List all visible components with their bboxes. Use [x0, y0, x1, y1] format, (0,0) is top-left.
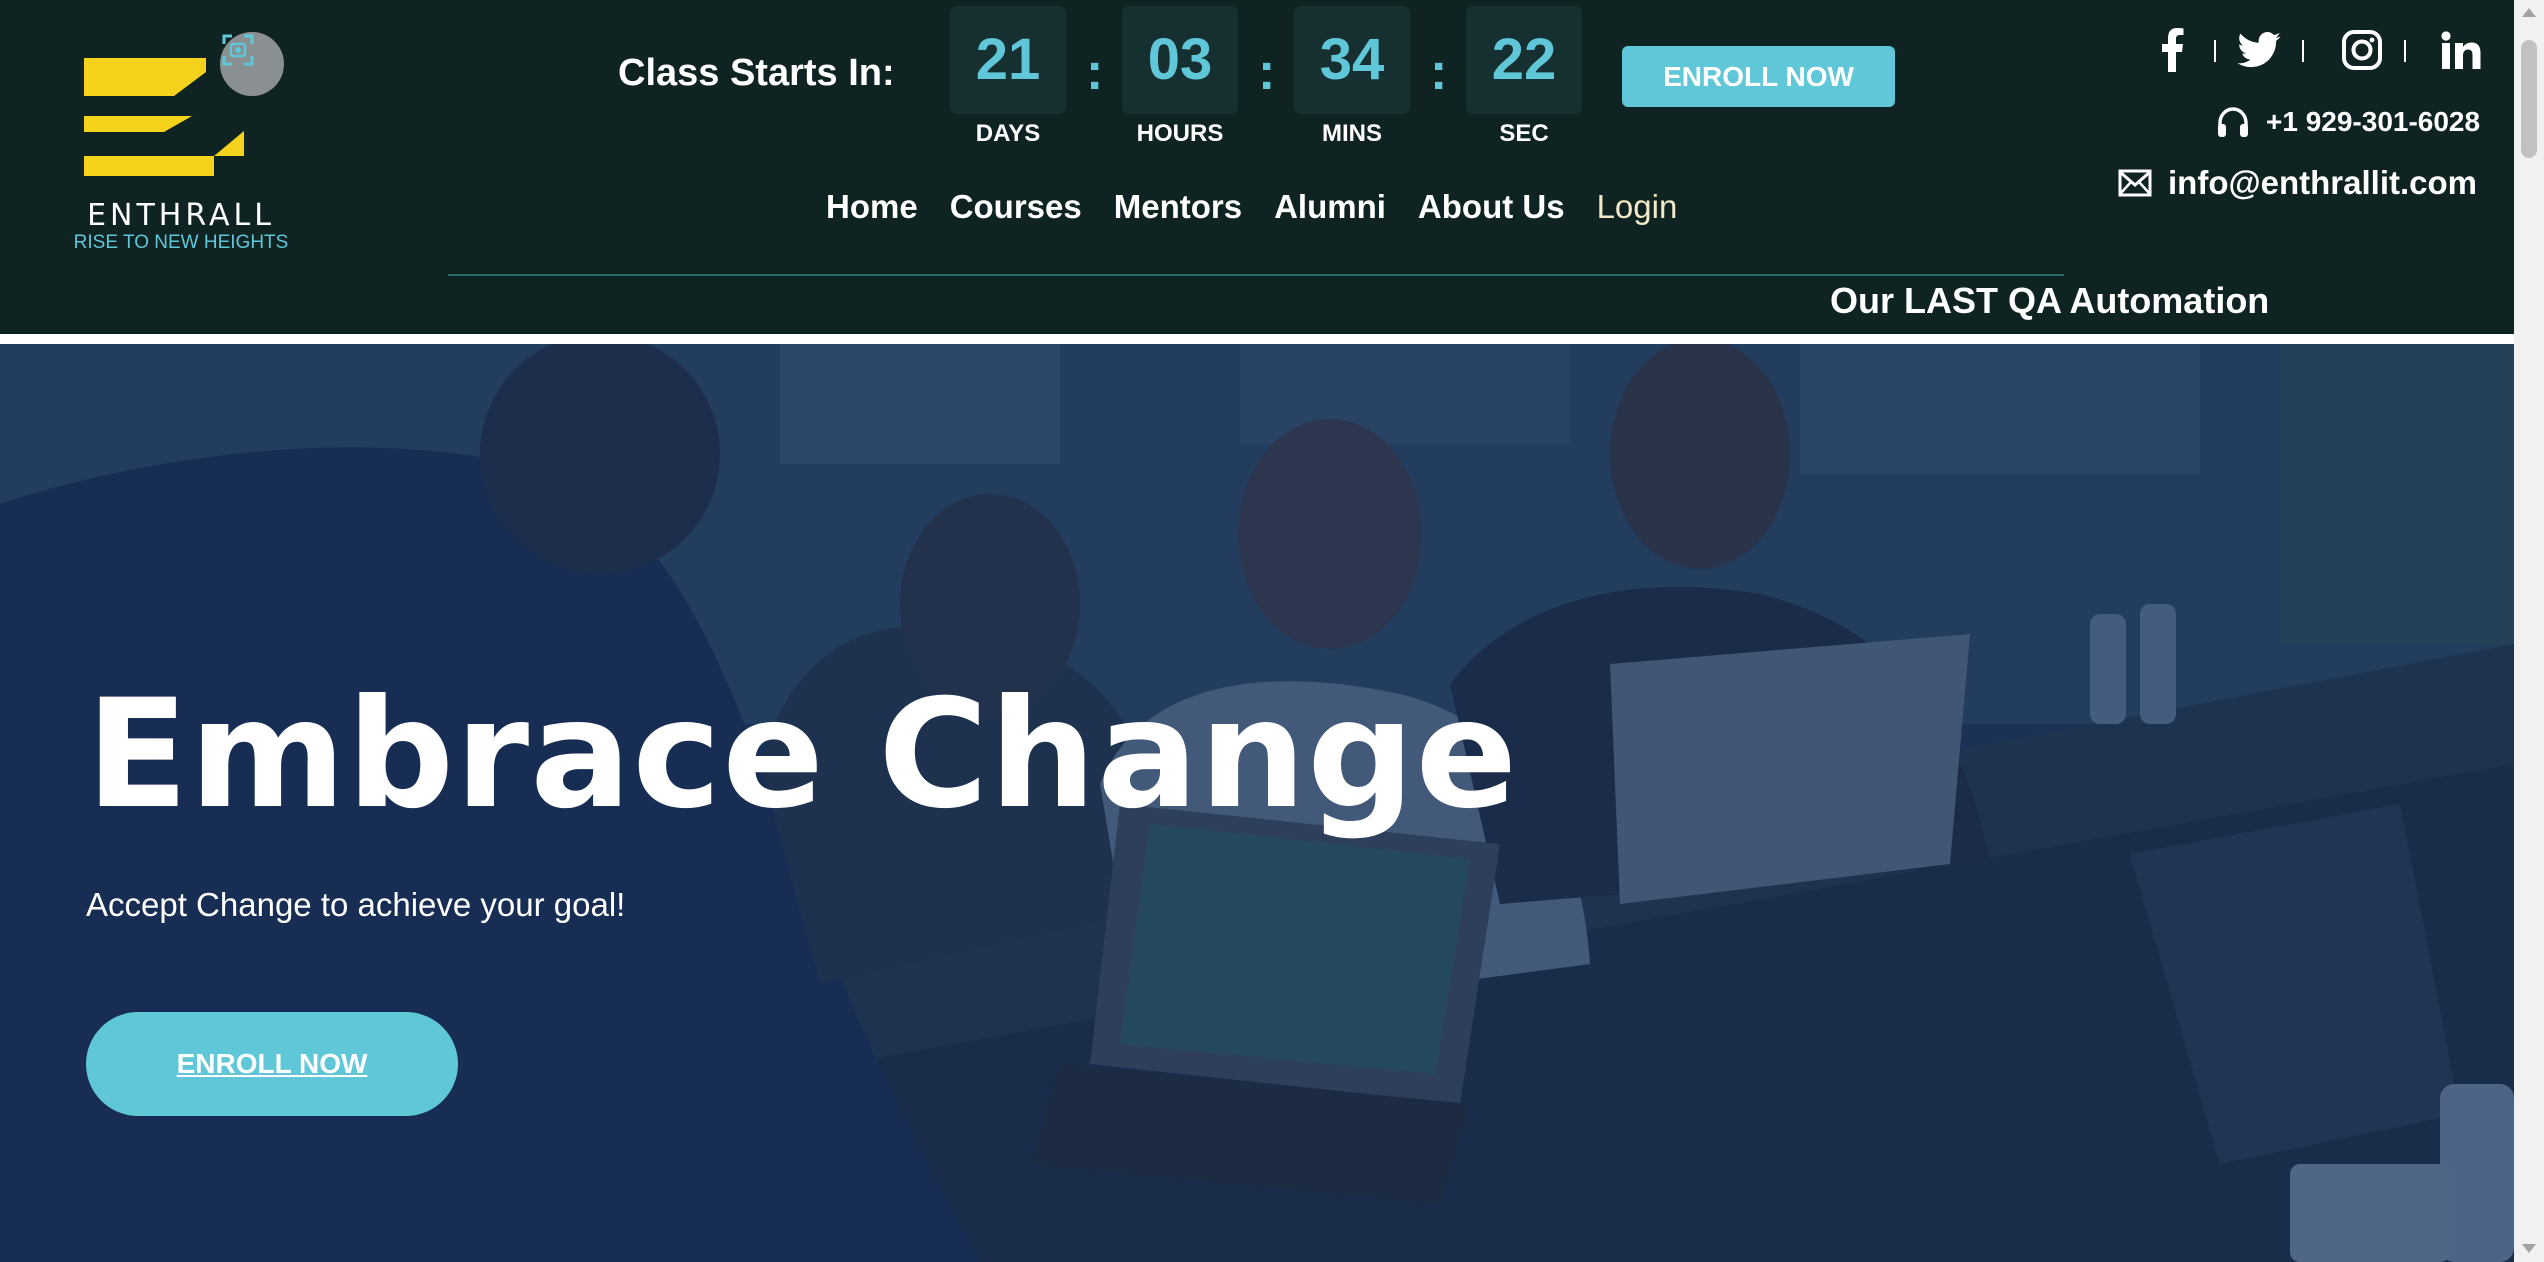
phone-contact[interactable]: +1 929-301-6028	[2216, 106, 2480, 138]
hero-section: Embrace Change Accept Change to achieve …	[0, 344, 2514, 1262]
phone-number: +1 929-301-6028	[2266, 106, 2481, 137]
header-enroll-button[interactable]: ENROLL NOW	[1622, 46, 1895, 107]
scroll-up-arrow-icon[interactable]	[2522, 8, 2536, 17]
countdown-sec-value: 22	[1491, 27, 1557, 92]
nav-about-us[interactable]: About Us	[1418, 188, 1565, 226]
main-nav: Home Courses Mentors Alumni About Us Log…	[826, 188, 1677, 226]
social-divider	[2214, 40, 2216, 62]
countdown-days-value: 21	[975, 27, 1041, 92]
hero-enroll-button[interactable]: ENROLL NOW	[86, 1012, 458, 1116]
linkedin-icon[interactable]	[2440, 24, 2482, 76]
countdown-separator: :	[1430, 43, 1448, 101]
nav-courses[interactable]: Courses	[950, 188, 1082, 226]
email-contact[interactable]: info@enthrallit.com	[2118, 164, 2477, 202]
countdown-days: 21	[950, 6, 1066, 114]
scroll-thumb[interactable]	[2521, 40, 2537, 158]
countdown-hours-label: HOURS	[1136, 120, 1224, 147]
brand-tagline: RISE TO NEW HEIGHTS	[73, 232, 289, 253]
header-divider	[0, 334, 2514, 344]
email-address: info@enthrallit.com	[2168, 164, 2478, 201]
countdown-label: Class Starts In:	[618, 52, 895, 94]
hero-title: Embrace Change	[86, 668, 1519, 842]
nav-login[interactable]: Login	[1597, 188, 1678, 226]
hero-subtitle: Accept Change to achieve your goal!	[86, 886, 626, 923]
instagram-icon[interactable]	[2340, 24, 2384, 76]
countdown-mins-label: MINS	[1322, 120, 1382, 147]
nav-alumni[interactable]: Alumni	[1274, 188, 1386, 226]
scroll-down-arrow-icon[interactable]	[2522, 1244, 2536, 1253]
countdown-hours: 03	[1122, 6, 1238, 114]
screenshot-tool-icon[interactable]	[220, 32, 284, 96]
countdown-separator: :	[1258, 43, 1276, 101]
page-scrollbar[interactable]	[2514, 0, 2544, 1262]
nav-divider	[448, 274, 2064, 276]
countdown-days-label: DAYS	[975, 120, 1041, 147]
site-header: ENTHRALL RISE TO NEW HEIGHTS Class Start…	[0, 0, 2514, 334]
brand-logo[interactable]: ENTHRALL RISE TO NEW HEIGHTS	[64, 26, 294, 256]
social-divider	[2404, 40, 2406, 62]
nav-home[interactable]: Home	[826, 188, 918, 226]
countdown-hours-value: 03	[1147, 27, 1213, 92]
announcement-marquee[interactable]: Our LAST QA Automation	[1830, 280, 2269, 322]
social-divider	[2302, 40, 2304, 62]
nav-mentors[interactable]: Mentors	[1114, 188, 1242, 226]
mail-icon	[2118, 169, 2152, 197]
social-links	[2150, 24, 2490, 76]
countdown-mins: 34	[1294, 6, 1410, 114]
facebook-icon[interactable]	[2158, 24, 2188, 76]
countdown-separator: :	[1086, 43, 1104, 101]
countdown-sec: 22	[1466, 6, 1582, 114]
countdown-sec-label: SEC	[1499, 120, 1549, 147]
twitter-icon[interactable]	[2236, 24, 2282, 76]
headset-icon	[2218, 107, 2248, 137]
countdown-mins-value: 34	[1319, 27, 1385, 92]
brand-name: ENTHRALL	[87, 198, 275, 233]
